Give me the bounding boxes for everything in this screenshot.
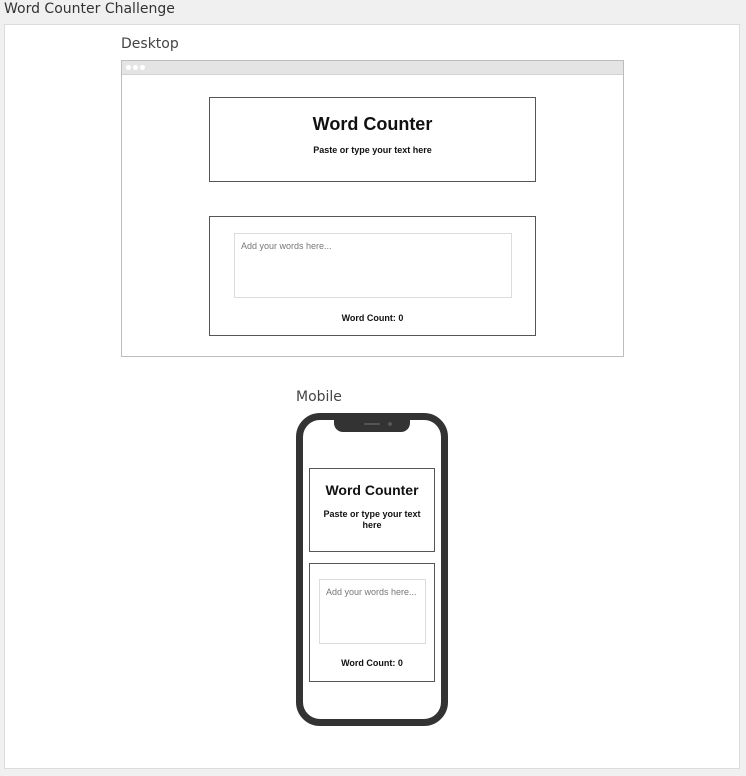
mobile-subtitle: Paste or type your text here (323, 509, 421, 530)
page-title: Word Counter Challenge (4, 1, 175, 17)
window-dot-icon (140, 65, 145, 70)
desktop-heading: Word Counter (312, 114, 433, 134)
mobile-heading: Word Counter (325, 482, 419, 498)
mobile-counter-box: Add your words here... Word Count: 0 (309, 563, 435, 682)
mobile-header-box: Word Counter Paste or type your text her… (309, 468, 435, 552)
phone-notch (334, 418, 410, 432)
mobile-input-placeholder: Add your words here... (326, 587, 417, 597)
mobile-word-count: Word Count: 0 (341, 658, 403, 668)
window-dot-icon (126, 65, 131, 70)
desktop-browser-frame: Word Counter Paste or type your text her… (121, 60, 624, 357)
desktop-label: Desktop (121, 36, 179, 52)
desktop-text-input[interactable]: Add your words here... (234, 233, 512, 298)
browser-title-bar (122, 61, 623, 75)
mobile-phone-frame: Word Counter Paste or type your text her… (296, 413, 448, 726)
mobile-text-input[interactable]: Add your words here... (319, 579, 426, 644)
desktop-header-box: Word Counter Paste or type your text her… (209, 97, 536, 182)
mobile-label: Mobile (296, 389, 342, 405)
speaker-icon (364, 423, 380, 425)
camera-icon (388, 422, 392, 426)
desktop-word-count: Word Count: 0 (341, 313, 404, 323)
desktop-counter-box: Add your words here... Word Count: 0 (209, 216, 536, 336)
desktop-subtitle: Paste or type your text here (313, 145, 432, 155)
desktop-input-placeholder: Add your words here... (241, 241, 332, 251)
window-dot-icon (133, 65, 138, 70)
